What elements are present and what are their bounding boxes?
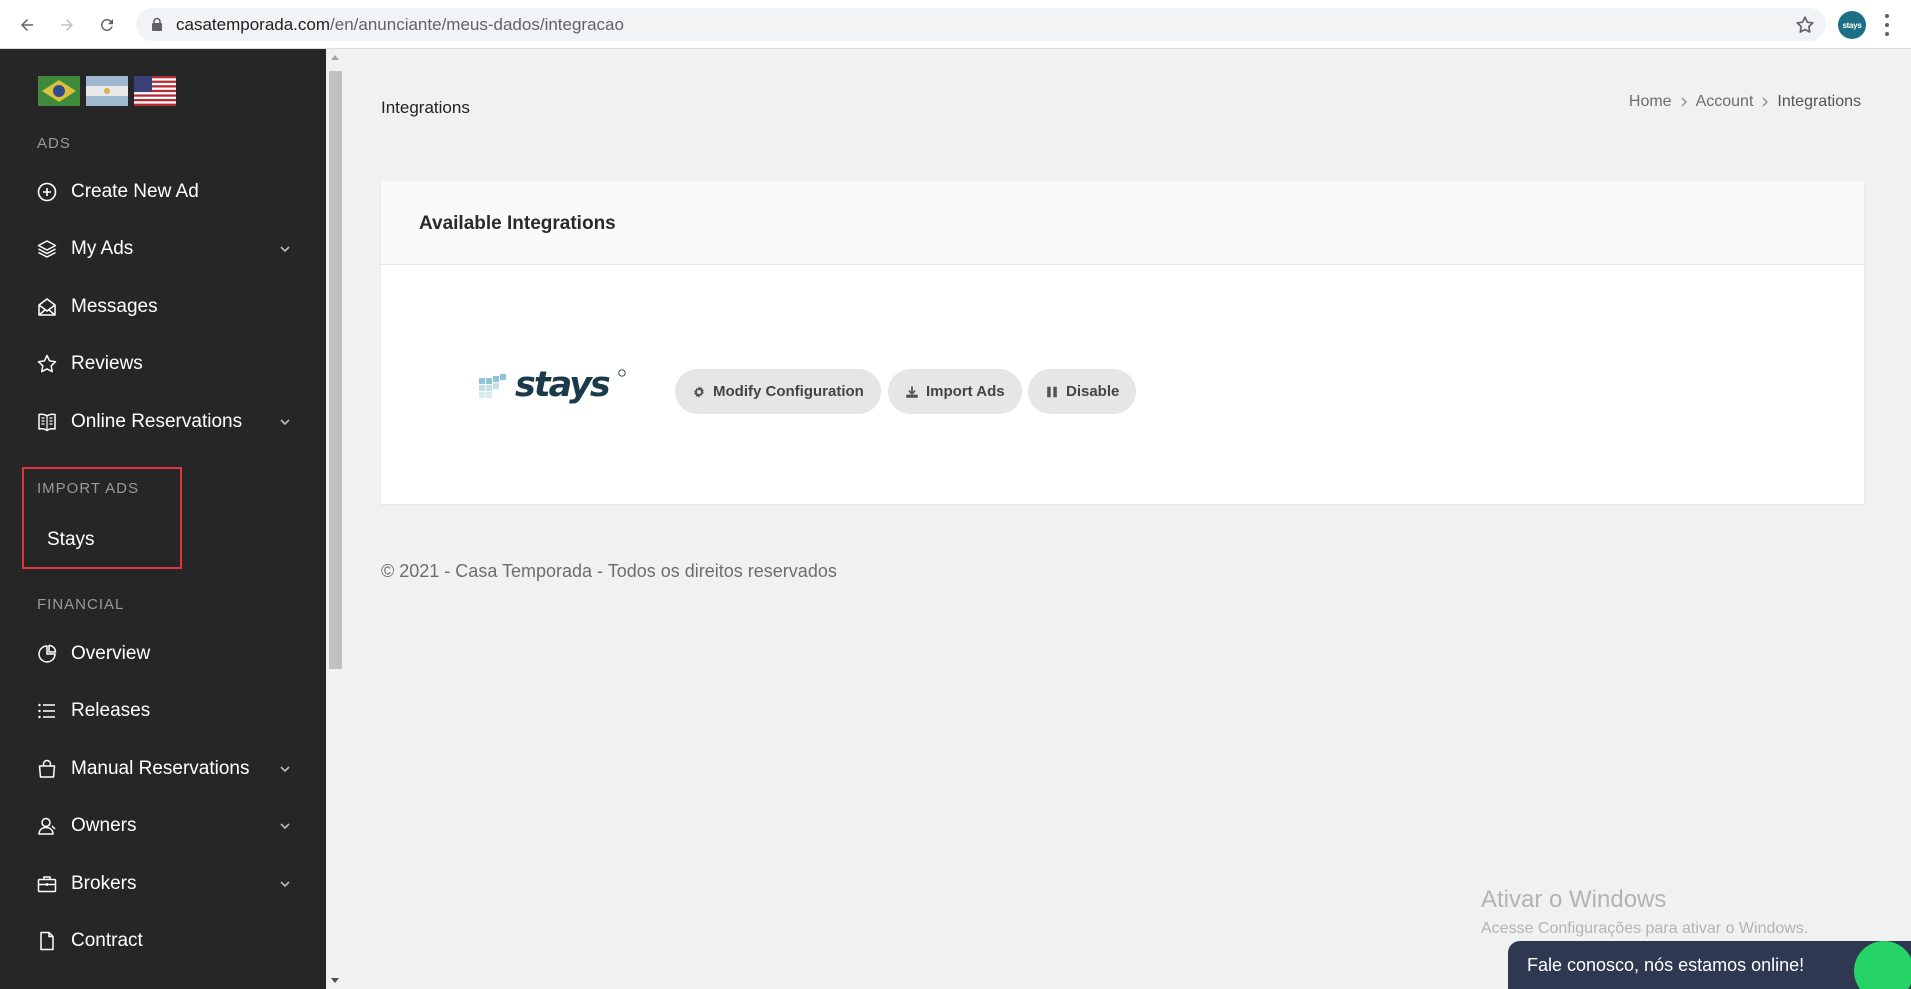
url-text: casatemporada.com/en/anunciante/meus-dad…: [176, 15, 624, 34]
briefcase-icon: [37, 876, 57, 893]
chevron-down-icon: [280, 766, 290, 773]
windows-activation-watermark: Ativar o Windows Acesse Configurações pa…: [1481, 886, 1808, 938]
browser-toolbar: casatemporada.com/en/anunciante/meus-dad…: [0, 0, 1911, 49]
button-label: Modify Configuration: [713, 383, 864, 400]
sidebar-item-label: Releases: [71, 700, 151, 721]
page-scrollbar[interactable]: [326, 49, 345, 989]
envelope-open-icon: [38, 298, 56, 316]
gear-icon: [694, 385, 704, 398]
reload-button[interactable]: [94, 12, 120, 38]
scroll-up-arrow-icon[interactable]: [331, 55, 339, 60]
modify-configuration-button[interactable]: Modify Configuration: [675, 369, 881, 414]
layers-icon: [37, 240, 57, 258]
watermark-subtitle: Acesse Configurações para ativar o Windo…: [1481, 920, 1809, 937]
sidebar-item-online-reservations[interactable]: Online Reservations: [0, 400, 326, 444]
sidebar-item-label: Create New Ad: [71, 181, 199, 202]
button-label: Import Ads: [926, 383, 1005, 400]
list-icon: [38, 703, 55, 719]
sidebar-item-label: Owners: [71, 815, 137, 836]
button-label: Disable: [1066, 383, 1120, 400]
footer-copyright: © 2021 - Casa Temporada - Todos os direi…: [381, 561, 837, 581]
chevron-down-icon: [280, 246, 290, 253]
chevron-right-icon: [1762, 97, 1769, 107]
whatsapp-icon: [1854, 941, 1911, 989]
reload-icon: [100, 18, 113, 31]
integrations-card: Available Integrations stays Modify Conf…: [381, 181, 1864, 504]
browser-menu-icon[interactable]: [1884, 14, 1890, 36]
chevron-down-icon: [280, 419, 290, 426]
sidebar-item-label: Manual Reservations: [71, 758, 250, 779]
usa-flag[interactable]: [134, 76, 176, 106]
sidebar-item-my-ads[interactable]: My Ads: [0, 227, 326, 271]
sidebar-item-overview[interactable]: Overview: [0, 632, 326, 676]
back-button[interactable]: [14, 12, 40, 38]
profile-avatar[interactable]: stays: [1838, 11, 1866, 39]
book-icon: [38, 413, 56, 432]
breadcrumb-current: Integrations: [1777, 93, 1861, 110]
chevron-right-icon: [1681, 97, 1687, 107]
star-icon: [37, 354, 57, 373]
sidebar-item-manual-reservations[interactable]: Manual Reservations: [0, 747, 326, 791]
sidebar-item-messages[interactable]: Messages: [0, 285, 326, 329]
chat-widget[interactable]: Fale conosco, nós estamos online!: [1508, 941, 1911, 989]
breadcrumb-account[interactable]: Account: [1696, 93, 1754, 111]
chat-widget-label: Fale conosco, nós estamos online!: [1527, 955, 1805, 975]
disable-button[interactable]: Disable: [1028, 369, 1137, 414]
arrow-left-icon: [21, 19, 33, 31]
sidebar-item-create-new-ad[interactable]: Create New Ad: [0, 170, 326, 214]
watermark-title: Ativar o Windows: [1481, 886, 1667, 913]
stays-logo: stays: [479, 365, 626, 404]
document-icon: [40, 931, 54, 951]
language-flags: [38, 76, 176, 106]
sidebar-item-brokers[interactable]: Brokers: [0, 862, 326, 906]
argentina-flag[interactable]: [86, 76, 128, 106]
sidebar-item-label: Reviews: [71, 353, 143, 374]
shopping-bag-icon: [38, 759, 56, 778]
section-label-financial: FINANCIAL: [37, 596, 125, 613]
sidebar-item-reviews[interactable]: Reviews: [0, 342, 326, 386]
breadcrumb: Home Account Integrations: [1629, 93, 1861, 111]
download-icon: [906, 385, 918, 398]
forward-button[interactable]: [54, 12, 80, 38]
pause-icon: [1047, 386, 1057, 397]
plus-circle-icon: [37, 182, 57, 202]
breadcrumb-home[interactable]: Home: [1629, 93, 1672, 111]
scroll-down-arrow-icon[interactable]: [331, 978, 339, 983]
arrow-right-icon: [61, 19, 73, 31]
brazil-flag[interactable]: [38, 76, 80, 106]
page-title: Integrations: [381, 98, 470, 117]
sidebar: ADS Create New Ad My Ads Messages Review…: [0, 49, 326, 989]
pie-chart-icon: [38, 644, 57, 663]
bookmark-star-icon[interactable]: [1794, 14, 1816, 36]
scroll-thumb[interactable]: [329, 71, 342, 669]
sidebar-item-owners[interactable]: Owners: [0, 804, 326, 848]
card-title: Available Integrations: [419, 213, 616, 234]
highlight-box: [22, 467, 182, 569]
svg-text:stays: stays: [515, 365, 610, 404]
sidebar-item-label: Online Reservations: [71, 411, 243, 432]
sidebar-item-label: Contract: [71, 930, 143, 951]
lock-icon: [152, 17, 162, 31]
chevron-down-icon: [280, 823, 290, 830]
sidebar-item-label: Messages: [71, 296, 158, 317]
sidebar-item-label: Brokers: [71, 873, 137, 894]
card-header: Available Integrations: [381, 181, 1864, 265]
address-bar[interactable]: casatemporada.com/en/anunciante/meus-dad…: [136, 8, 1826, 41]
sidebar-item-contract[interactable]: Contract: [0, 919, 326, 963]
import-ads-button[interactable]: Import Ads: [888, 369, 1022, 414]
section-label-ads: ADS: [37, 135, 71, 152]
sidebar-item-releases[interactable]: Releases: [0, 689, 326, 733]
sidebar-item-label: My Ads: [71, 238, 134, 259]
chevron-down-icon: [280, 881, 290, 888]
user-icon: [38, 817, 56, 835]
sidebar-item-label: Overview: [71, 643, 151, 664]
